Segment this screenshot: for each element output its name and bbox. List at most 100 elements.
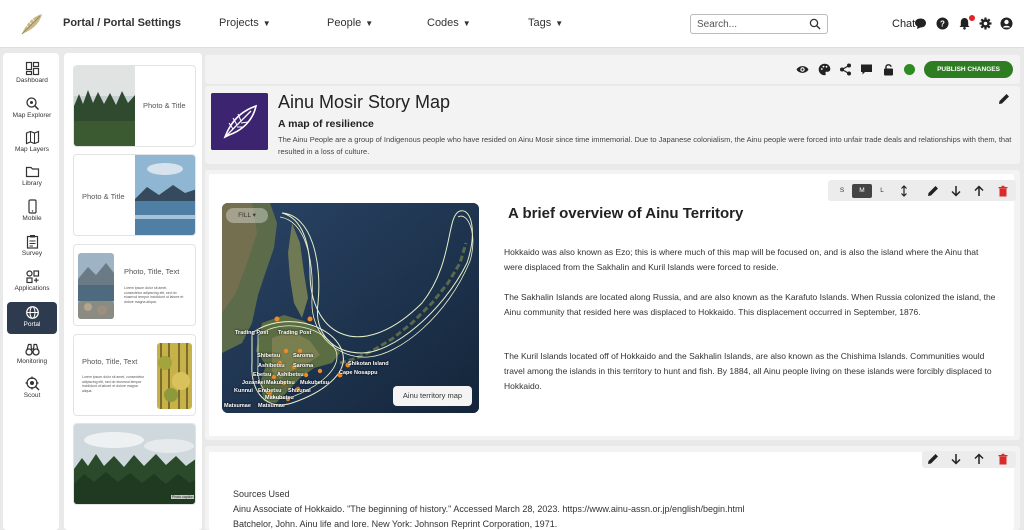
nav-library[interactable]: Library [7,161,57,193]
section-title[interactable]: A brief overview of Ainu Territory [508,205,743,222]
template-photo-title-text-left[interactable]: Photo, Title, Text Lorem ipsum dolor sit… [73,244,196,326]
nav-projects[interactable]: Projects ▼ [219,17,271,29]
feather-logo-icon[interactable] [211,93,268,150]
help-icon[interactable]: ? [936,17,949,30]
pencil-icon[interactable] [998,93,1010,105]
arrow-up-icon[interactable] [973,185,985,197]
share-icon[interactable] [839,63,852,76]
story-description[interactable]: The Ainu People are a group of Indigenou… [278,134,1013,158]
map-place-label: Matsumae [258,403,285,409]
template-photo-title-text-right[interactable]: Photo, Title, Text Lorem ipsum dolor sit… [73,334,196,416]
arrow-up-icon[interactable] [973,453,985,465]
section-paragraph[interactable]: The Kuril Islands located off of Hokkaid… [504,349,999,394]
breadcrumb: Portal / Portal Settings [63,17,181,29]
nav-people[interactable]: People ▼ [327,17,373,29]
publish-changes-button[interactable]: PUBLISH CHANGES [924,61,1013,78]
source-citation[interactable]: Batchelor, John. Ainu life and lore. New… [233,519,557,529]
mobile-icon [27,199,37,214]
caret-down-icon: ▼ [555,19,564,28]
size-small-button[interactable]: S [832,184,852,198]
left-nav: Dashboard Map Explorer Map Layers Librar… [3,53,59,530]
fill-dropdown-button[interactable]: FILL ▾ [226,208,268,223]
template-photo-title-right[interactable]: Photo & Title [73,154,196,236]
map-place-label: Ebetsu [253,372,272,378]
eye-icon[interactable] [796,63,809,76]
map-place-label: Trading Post [235,330,269,336]
nav-codes[interactable]: Codes ▼ [427,17,471,29]
trash-icon[interactable] [997,453,1009,465]
lock-icon[interactable] [882,63,895,76]
map-place-label: Cape Nosappu [339,370,378,376]
map-place-label: Makubetsu [265,395,294,401]
svg-text:?: ? [940,20,945,29]
mountain-lake-photo [78,253,114,319]
pencil-icon[interactable] [927,453,939,465]
map-place-label: Ashibetsu [277,372,304,378]
nav-applications-label: Applications [14,285,50,292]
nav-mobile[interactable]: Mobile [7,196,57,228]
lake-photo [135,155,195,235]
search-icon[interactable] [809,18,821,30]
nav-dashboard[interactable]: Dashboard [7,58,57,90]
map-place-label: Ashibetsu [258,363,285,369]
applications-icon [25,270,39,284]
story-title[interactable]: Ainu Mosir Story Map [278,92,450,113]
search-box [690,14,828,34]
search-input[interactable] [697,17,805,31]
map-place-label: Saroma [293,353,314,359]
nav-scout[interactable]: Scout [7,373,57,405]
nav-portal[interactable]: Portal [7,302,57,334]
trash-icon[interactable] [997,185,1009,197]
section-paragraph[interactable]: Hokkaido was also known as Ezo; this is … [504,245,999,275]
nav-tags[interactable]: Tags ▼ [528,17,563,29]
status-indicator [904,64,915,75]
ainu-territory-map-button[interactable]: Ainu territory map [393,386,472,406]
map-place-label: Trading Post [278,330,312,336]
arrow-down-icon[interactable] [950,185,962,197]
chat-label[interactable]: Chat [892,18,915,30]
template-panel: Photo & Title Photo & Title Photo, Title… [64,53,202,530]
clipboard-icon [26,235,38,249]
nav-people-label: People [327,17,362,29]
editor-toolbar [205,55,1020,84]
autumn-forest-photo [157,343,192,409]
gear-icon[interactable] [979,17,992,30]
nav-map-explorer[interactable]: Map Explorer [7,93,57,125]
feather-logo-icon[interactable] [18,10,46,38]
map-layers-icon [25,130,39,145]
scout-icon [25,376,39,391]
chat-bubble-icon[interactable] [914,17,927,30]
resize-vertical-icon[interactable] [898,185,910,197]
pencil-icon[interactable] [927,185,939,197]
story-subtitle[interactable]: A map of resilience [278,118,374,130]
map-place-label: Makubetsu [266,380,295,386]
dashboard-icon [25,61,39,76]
nav-map-explorer-label: Map Explorer [12,112,52,119]
nav-survey[interactable]: Survey [7,231,57,263]
user-icon[interactable] [1000,17,1013,30]
nav-map-layers[interactable]: Map Layers [7,127,57,159]
size-medium-button[interactable]: M [852,184,872,198]
palette-icon[interactable] [818,63,831,76]
template-label: Photo & Title [143,101,186,110]
nav-monitoring[interactable]: Monitoring [7,339,57,371]
sources-heading[interactable]: Sources Used [233,489,290,499]
nav-map-layers-label: Map Layers [15,146,49,153]
comment-icon[interactable] [860,63,873,76]
map-place-label: Shizunai [288,388,311,394]
section-paragraph[interactable]: The Sakhalin Islands are located along R… [504,290,999,320]
source-citation[interactable]: Ainu Associate of Hokkaido. "The beginni… [233,504,745,514]
template-label: Photo & Title [82,192,125,201]
map-place-label: Saroma [293,363,314,369]
map-place-label: Matsumae [224,403,251,409]
arrow-down-icon[interactable] [950,453,962,465]
nav-applications[interactable]: Applications [7,266,57,298]
template-full-photo[interactable]: Photo caption [73,423,196,505]
map-place-label: Kunnui [234,388,253,394]
forest-hills-photo [74,424,195,504]
map-place-label: Mukubetsu [300,380,330,386]
ainu-territory-map[interactable]: Trading Post Trading Post Shibetsu Sarom… [222,203,479,413]
size-large-button[interactable]: L [872,184,892,198]
template-photo-title-left[interactable]: Photo & Title [73,65,196,147]
nav-projects-label: Projects [219,17,259,29]
